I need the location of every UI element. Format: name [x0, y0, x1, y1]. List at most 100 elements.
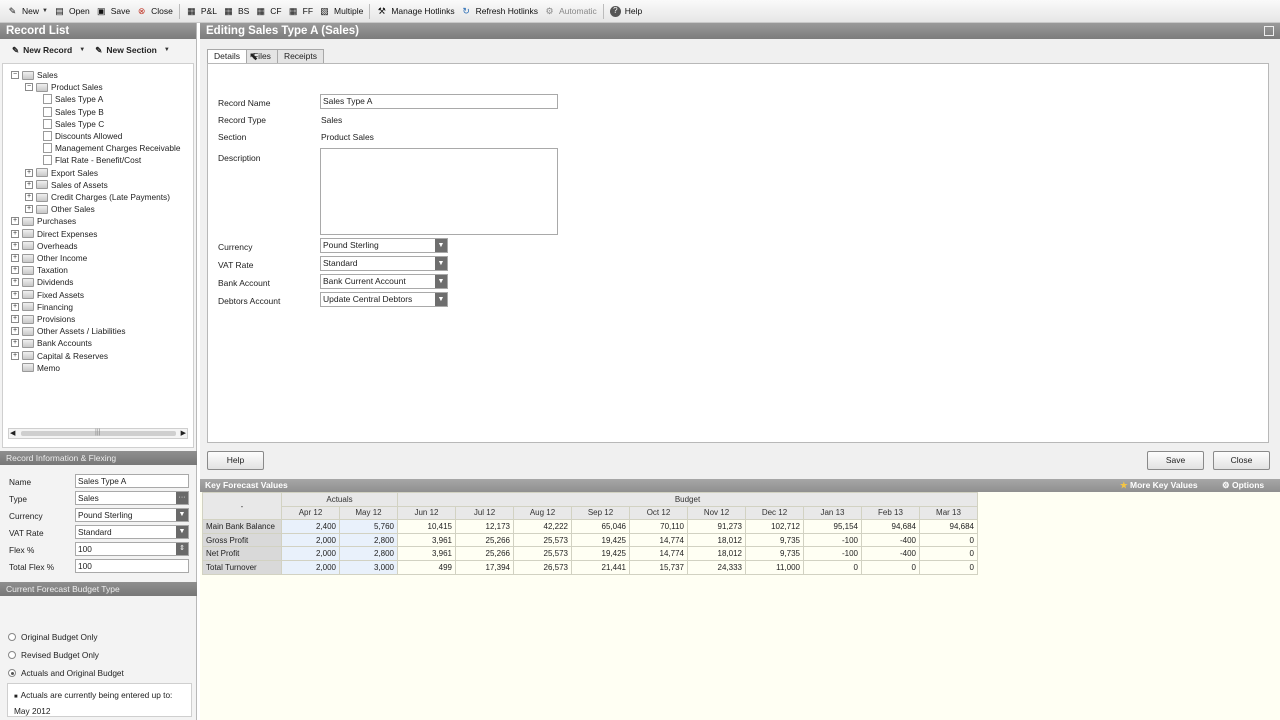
tree-item[interactable]: + Financing	[11, 301, 73, 313]
tree-item[interactable]: + Other Income	[11, 252, 87, 264]
value-cell[interactable]: -100	[803, 532, 862, 548]
budget-type-radio[interactable]: Original Budget Only	[8, 632, 98, 642]
value-cell[interactable]: 10,415	[397, 519, 456, 534]
maximize-icon[interactable]	[1264, 26, 1274, 36]
tree-item[interactable]: + Direct Expenses	[11, 228, 97, 240]
vat-rate-select[interactable]: Standard ▼	[320, 256, 448, 271]
tree-item[interactable]: − Product Sales	[25, 81, 103, 93]
chevron-down-icon[interactable]: ▼	[435, 293, 447, 306]
value-cell[interactable]: 3,961	[397, 546, 456, 561]
multiple-button[interactable]: ▧ Multiple	[316, 2, 366, 21]
expand-icon[interactable]: +	[11, 351, 19, 360]
tab-receipts[interactable]: Receipts	[276, 49, 325, 63]
tree-item[interactable]: + Sales of Assets	[25, 179, 108, 191]
budget-type-radio[interactable]: Actuals and Original Budget	[8, 668, 124, 678]
more-key-values-button[interactable]: ★ More Key Values	[1120, 479, 1198, 492]
value-cell[interactable]: 499	[397, 559, 456, 575]
value-cell[interactable]: 3,000	[339, 559, 398, 575]
tree-item[interactable]: Sales Type C	[39, 118, 104, 130]
save-button[interactable]: ▣ Save	[93, 2, 133, 21]
bank-account-select[interactable]: Bank Current Account ▼	[320, 274, 448, 289]
tree-item[interactable]: + Capital & Reserves	[11, 350, 108, 362]
flex-stepper[interactable]: 100 ⇕	[75, 542, 189, 556]
scroll-left-icon[interactable]: ◀	[10, 429, 15, 437]
expand-icon[interactable]: +	[11, 278, 19, 287]
value-cell[interactable]: 14,774	[629, 532, 688, 548]
tree-item[interactable]: Sales Type A	[39, 93, 103, 105]
value-cell[interactable]: 18,012	[687, 546, 746, 561]
chevron-down-icon[interactable]: ▼	[435, 275, 447, 288]
options-button[interactable]: ⚙ Options	[1222, 479, 1264, 492]
new-button[interactable]: ✎ New ▼	[4, 2, 51, 21]
tree-item[interactable]: + Purchases	[11, 215, 76, 227]
value-cell[interactable]: 42,222	[513, 519, 572, 534]
value-cell[interactable]: 0	[919, 532, 978, 548]
value-cell[interactable]: 9,735	[745, 532, 804, 548]
tree-item[interactable]: + Overheads	[11, 240, 78, 252]
tree-item[interactable]: Discounts Allowed	[39, 130, 122, 142]
value-cell[interactable]: 2,800	[339, 546, 398, 561]
value-cell[interactable]: 12,173	[455, 519, 514, 534]
tree-item[interactable]: Sales Type B	[39, 106, 104, 118]
expand-icon[interactable]: +	[11, 339, 19, 348]
value-cell[interactable]: 9,735	[745, 546, 804, 561]
value-cell[interactable]: 0	[919, 559, 978, 575]
chevron-down-icon[interactable]: ▼	[176, 509, 188, 521]
expand-icon[interactable]: +	[11, 217, 19, 226]
expand-icon[interactable]: +	[11, 254, 19, 262]
ff-button[interactable]: ▦ FF	[285, 2, 316, 21]
value-cell[interactable]: 17,394	[455, 559, 514, 575]
tree-item[interactable]: Flat Rate - Benefit/Cost	[39, 154, 141, 166]
value-cell[interactable]: 0	[803, 559, 862, 575]
expand-icon[interactable]: +	[25, 168, 33, 177]
value-cell[interactable]: 0	[919, 546, 978, 561]
refresh-hotlinks-button[interactable]: ↻ Refresh Hotlinks	[458, 2, 541, 21]
help-button[interactable]: Help	[207, 451, 264, 470]
chevron-down-icon[interactable]: ▼	[176, 526, 188, 538]
value-cell[interactable]: 25,266	[455, 532, 514, 548]
value-cell[interactable]: 65,046	[571, 519, 630, 534]
help-button[interactable]: ? Help	[607, 2, 645, 21]
value-cell[interactable]: -100	[803, 546, 862, 561]
collapse-icon[interactable]: −	[11, 71, 19, 79]
collapse-icon[interactable]: −	[25, 83, 33, 92]
expand-icon[interactable]: +	[25, 180, 33, 189]
radio-circle-icon[interactable]	[8, 651, 16, 659]
value-cell[interactable]: 5,760	[339, 519, 398, 534]
value-cell[interactable]: 94,684	[919, 519, 978, 534]
value-cell[interactable]: 26,573	[513, 559, 572, 575]
expand-icon[interactable]: +	[25, 193, 33, 201]
chevron-down-icon[interactable]: ▼	[435, 257, 447, 270]
new-record-button[interactable]: ✎ New Record ▼	[12, 45, 85, 56]
scroll-right-icon[interactable]: ▶	[181, 429, 186, 437]
value-cell[interactable]: 25,573	[513, 532, 572, 548]
value-cell[interactable]: 70,110	[629, 519, 688, 534]
manage-hotlinks-button[interactable]: ⚒ Manage Hotlinks	[373, 2, 457, 21]
tree-item[interactable]: + Fixed Assets	[11, 289, 84, 301]
budget-type-radio[interactable]: Revised Budget Only	[8, 650, 99, 660]
value-cell[interactable]: 2,000	[281, 532, 340, 548]
value-cell[interactable]: -400	[861, 532, 920, 548]
description-textarea[interactable]	[320, 148, 558, 235]
value-cell[interactable]: 25,573	[513, 546, 572, 561]
radio-circle-icon[interactable]	[8, 633, 16, 641]
radio-circle-icon[interactable]	[8, 669, 16, 677]
expand-icon[interactable]: +	[11, 229, 19, 238]
value-cell[interactable]: 19,425	[571, 546, 630, 561]
value-cell[interactable]: 19,425	[571, 532, 630, 548]
tree-item[interactable]: + Bank Accounts	[11, 337, 92, 349]
currency-select[interactable]: Pound Sterling ▼	[320, 238, 448, 253]
tree-item[interactable]: + Taxation	[11, 264, 68, 276]
tree-item[interactable]: + Credit Charges (Late Payments)	[25, 191, 170, 203]
tree-item[interactable]: + Provisions	[11, 313, 75, 325]
tree-item[interactable]: − Sales	[11, 69, 58, 81]
bs-button[interactable]: ▦ BS	[220, 2, 252, 21]
value-cell[interactable]: 11,000	[745, 559, 804, 575]
value-cell[interactable]: 15,737	[629, 559, 688, 575]
tree-item[interactable]: + Other Sales	[25, 203, 95, 215]
stepper-icon[interactable]: ⇕	[176, 543, 188, 555]
value-cell[interactable]: 94,684	[861, 519, 920, 534]
value-cell[interactable]: 0	[861, 559, 920, 575]
expand-icon[interactable]: +	[11, 266, 19, 275]
value-cell[interactable]: 91,273	[687, 519, 746, 534]
